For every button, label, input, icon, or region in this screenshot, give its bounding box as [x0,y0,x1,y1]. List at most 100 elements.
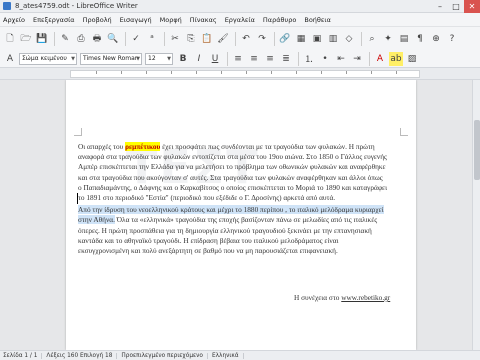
print-preview-icon[interactable]: 🔍 [106,32,120,46]
undo-icon[interactable]: ↶ [239,32,253,46]
window-title: 8_ates4759.odt - LibreOffice Writer [15,2,138,10]
ruler-tick [346,71,347,74]
ruler-tick [96,71,97,74]
open-folder-icon[interactable]: 🗁 [19,32,33,46]
save-icon[interactable]: 💾 [35,32,49,46]
margin-corner-mark [74,128,82,136]
bullets-icon[interactable]: • [318,52,332,66]
document-page[interactable]: ΤΕΣΤ Οι απαρχές του ρεμπέτικου έχει προσ… [66,80,416,350]
paste-icon[interactable]: 📋 [200,32,214,46]
styles-icon[interactable]: A [3,52,17,66]
paragraph-2[interactable]: Από την ίδρυση του νεοελληνικού κράτους … [78,205,388,256]
vertical-scrollbar[interactable] [472,80,480,350]
table-icon[interactable]: ▦ [294,32,308,46]
copy-icon[interactable]: ⎘ [184,32,198,46]
page-style[interactable]: Προεπιλεγμένο περιεχόμενο [121,352,208,359]
ruler-tick [246,71,247,74]
menu-format[interactable]: Μορφή [160,16,182,24]
help-icon[interactable]: ? [445,32,459,46]
close-button[interactable]: ✕ [464,0,480,13]
text-cursor [77,193,78,204]
new-document-icon[interactable]: 🗋 [3,32,17,46]
word-count[interactable]: Λέξεις 160 Επιλογή 18 [46,352,118,359]
paragraph-1-rest: έχει προσφάτει πως συνδέονται με τα τραγ… [78,142,388,203]
export-pdf-icon[interactable]: ⎙ [74,32,88,46]
paragraph-2-rest: Όλα τα «ελληνικά» τραγούδια της εποχής β… [78,215,378,256]
menu-table[interactable]: Πίνακας [190,16,217,24]
autospell-icon[interactable]: ᵃ [145,32,159,46]
font-size-combo[interactable]: 12 ▼ [145,52,173,65]
highlighted-word[interactable]: ρεμπέτικου [125,142,161,151]
ruler-tick [271,71,272,74]
print-icon[interactable]: 🖶 [90,32,104,46]
maximize-button[interactable]: □ [448,0,464,13]
toolbar-separator [227,51,228,66]
find-replace-icon[interactable]: ⌕ [365,32,379,46]
ruler-tick [321,71,322,74]
standard-toolbar: 🗋 🗁 💾 ✎ ⎙ 🖶 🔍 ✓ ᵃ ✂ ⎘ 📋 🖌 ↶ ↷ 🔗 ▦ ▣ ▥ ◇ … [0,26,480,50]
underline-icon[interactable]: U [208,52,222,66]
clone-formatting-icon[interactable]: 🖌 [216,32,230,46]
scrollbar-thumb[interactable] [474,120,480,180]
toolbar-separator [361,31,362,46]
page-count[interactable]: Σελίδα 1 / 1 [3,352,43,359]
gallery-icon[interactable]: ▤ [397,32,411,46]
formatting-marks-icon[interactable]: ¶ [413,32,427,46]
title-bar: 8_ates4759.odt - LibreOffice Writer – □ … [0,0,480,13]
toolbar-separator [164,31,165,46]
align-right-icon[interactable]: ≡ [263,52,277,66]
chevron-down-icon: ▼ [136,55,140,62]
toolbar-separator [54,31,55,46]
ruler-tick [196,71,197,74]
cut-icon[interactable]: ✂ [168,32,182,46]
menu-file[interactable]: Αρχείο [3,16,25,24]
menu-view[interactable]: Προβολή [83,16,112,24]
minimize-button[interactable]: – [432,0,448,13]
ruler-tick [146,71,147,74]
document-area[interactable]: ΤΕΣΤ Οι απαρχές του ρεμπέτικου έχει προσ… [0,80,480,350]
writer-app-icon [3,2,11,10]
justify-icon[interactable]: ≣ [279,52,293,66]
align-left-icon[interactable]: ≡ [231,52,245,66]
font-name-combo[interactable]: Times New Roman ▼ [80,52,142,65]
margin-corner-mark [400,128,408,136]
navigator-icon[interactable]: ✦ [381,32,395,46]
zoom-icon[interactable]: ⊕ [429,32,443,46]
spellcheck-icon[interactable]: ✓ [129,32,143,46]
menu-tools[interactable]: Εργαλεία [225,16,255,24]
image-icon[interactable]: ▣ [310,32,324,46]
draw-functions-icon[interactable]: ◇ [342,32,356,46]
document-text[interactable]: Οι απαρχές του ρεμπέτικου έχει προσφάτει… [78,142,388,258]
toolbar-separator [298,51,299,66]
increase-indent-icon[interactable]: ⇥ [350,52,364,66]
highlight-color-icon[interactable]: ab [389,51,403,66]
language-indicator[interactable]: Ελληνικά [212,352,244,359]
menu-help[interactable]: Βοήθεια [304,16,331,24]
formatting-toolbar: A Σώμα κειμένου ▼ Times New Roman ▼ 12 ▼… [0,50,480,68]
menu-insert[interactable]: Εισαγωγή [120,16,152,24]
bold-icon[interactable]: B [176,52,190,66]
toolbar-separator [235,31,236,46]
signature-link[interactable]: www.rebetiko.gr [341,293,390,302]
decrease-indent-icon[interactable]: ⇤ [334,52,348,66]
redo-icon[interactable]: ↷ [255,32,269,46]
hyperlink-icon[interactable]: 🔗 [278,32,292,46]
horizontal-ruler[interactable] [0,68,480,80]
paragraph-1[interactable]: Οι απαρχές του ρεμπέτικου έχει προσφάτει… [78,142,388,203]
toolbar-separator [125,31,126,46]
font-color-icon[interactable]: A [373,52,387,66]
ruler-tick [221,71,222,74]
ruler-scale [70,70,420,78]
menu-window[interactable]: Παράθυρο [263,16,296,24]
paragraph-style-combo[interactable]: Σώμα κειμένου ▼ [19,52,77,65]
menu-edit[interactable]: Επεξεργασία [33,16,75,24]
paragraph-style-value: Σώμα κειμένου [22,55,67,62]
numbering-icon[interactable]: ⒈ [302,52,316,66]
chart-icon[interactable]: ▥ [326,32,340,46]
edit-mode-icon[interactable]: ✎ [58,32,72,46]
ruler-tick [371,71,372,74]
italic-icon[interactable]: I [192,52,206,66]
toolbar-separator [369,51,370,66]
align-center-icon[interactable]: ≡ [247,52,261,66]
background-color-icon[interactable]: ▨ [405,52,419,66]
